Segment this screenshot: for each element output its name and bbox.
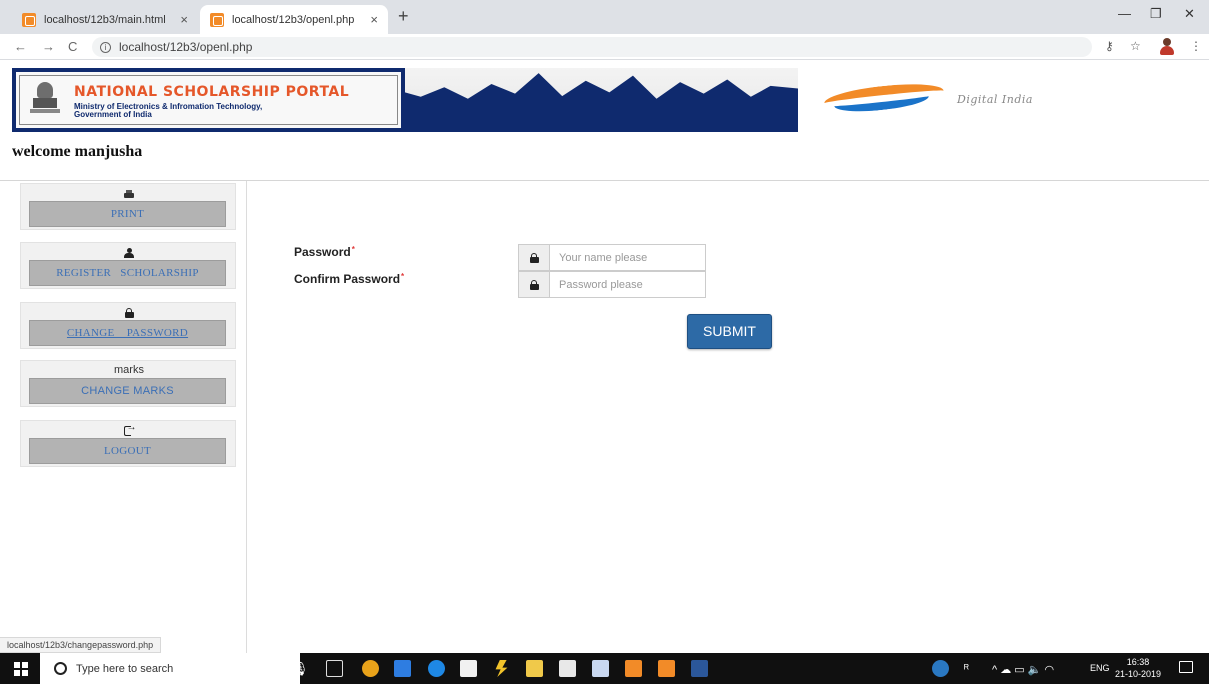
cortana-icon bbox=[54, 662, 67, 675]
language-indicator[interactable]: ENG bbox=[1090, 663, 1110, 673]
people-icon[interactable]: ᴿ bbox=[964, 663, 969, 675]
menu-dots-icon[interactable]: ⋮ bbox=[1190, 39, 1202, 53]
print-icon bbox=[124, 190, 134, 199]
sidebar-item-change-password: CHANGE PASSWORD bbox=[20, 302, 236, 349]
url-text: localhost/12b3/openl.php bbox=[119, 40, 253, 54]
nsp-logo-box: NATIONAL SCHOLARSHIP PORTAL Ministry of … bbox=[12, 68, 405, 132]
sidebar-item-register-scholarship: REGISTER SCHOLARSHIP bbox=[20, 242, 236, 289]
store-icon[interactable] bbox=[460, 660, 477, 677]
logout-icon bbox=[123, 422, 137, 436]
confirm-password-input[interactable] bbox=[550, 272, 705, 297]
tab-close-icon[interactable]: × bbox=[180, 12, 188, 27]
submit-button[interactable]: SUBMIT bbox=[687, 314, 772, 349]
search-placeholder: Type here to search bbox=[76, 662, 174, 675]
tab-title: localhost/12b3/openl.php bbox=[232, 13, 355, 26]
password-addon bbox=[519, 245, 550, 270]
national-emblem-icon bbox=[30, 82, 60, 118]
digital-india-logo-icon bbox=[823, 79, 959, 115]
change-password-button[interactable]: CHANGE PASSWORD bbox=[29, 320, 226, 346]
browser-toolbar: ← → C i localhost/12b3/openl.php ⚷ ☆ ⋮ bbox=[0, 34, 1209, 60]
notification-icon[interactable] bbox=[1179, 661, 1193, 673]
register-scholarship-button[interactable]: REGISTER SCHOLARSHIP bbox=[29, 260, 226, 286]
confirm-password-addon bbox=[519, 272, 550, 297]
portal-banner: NATIONAL SCHOLARSHIP PORTAL Ministry of … bbox=[12, 68, 1209, 134]
tray-icons[interactable]: ^ ☁ ▭ 🔈 ◠ bbox=[992, 663, 1054, 676]
user-icon bbox=[124, 248, 134, 258]
new-tab-button[interactable]: + bbox=[398, 6, 409, 27]
required-marker: * bbox=[401, 272, 405, 281]
confirm-password-input-group bbox=[518, 271, 706, 298]
xampp-favicon-icon bbox=[210, 12, 224, 27]
sidebar-item-logout: LOGOUT bbox=[20, 420, 236, 467]
maximize-icon[interactable]: ❐ bbox=[1150, 6, 1162, 22]
notepad-icon[interactable] bbox=[592, 660, 609, 677]
print-button[interactable]: PRINT bbox=[29, 201, 226, 227]
lightning-app-icon[interactable] bbox=[495, 660, 508, 677]
logout-button[interactable]: LOGOUT bbox=[29, 438, 226, 464]
task-view-icon[interactable] bbox=[326, 660, 343, 677]
sidebar: PRINT REGISTER SCHOLARSHIP CHANGE PASSWO… bbox=[0, 181, 247, 653]
address-bar[interactable]: i localhost/12b3/openl.php bbox=[92, 37, 1092, 57]
password-input-group bbox=[518, 244, 706, 271]
taskbar-search[interactable]: Type here to search bbox=[40, 653, 300, 684]
confirm-password-label: Confirm Password* bbox=[294, 272, 405, 286]
taskbar-clock[interactable]: 16:38 21-10-2019 bbox=[1115, 656, 1161, 680]
lock-icon bbox=[529, 279, 539, 290]
tab-close-icon[interactable]: × bbox=[370, 12, 378, 27]
password-label: Password* bbox=[294, 245, 355, 259]
windows-taskbar: Type here to search 🎙 ᴿ ^ ☁ ▭ 🔈 ◠ ENG 16… bbox=[0, 653, 1209, 684]
microphone-icon[interactable]: 🎙 bbox=[292, 661, 309, 677]
lock-icon bbox=[124, 308, 134, 318]
clock-time: 16:38 bbox=[1126, 657, 1150, 667]
required-marker: * bbox=[351, 245, 355, 254]
digital-india-text: Digital India bbox=[957, 93, 1033, 106]
file-explorer-icon[interactable] bbox=[526, 660, 543, 677]
reload-icon[interactable]: C bbox=[68, 39, 77, 54]
government-text: Government of India bbox=[74, 110, 152, 119]
status-bar-url: localhost/12b3/changepassword.php bbox=[0, 637, 162, 653]
tab-main[interactable]: localhost/12b3/main.html × bbox=[12, 5, 198, 34]
back-icon[interactable]: ← bbox=[14, 39, 27, 54]
key-icon[interactable]: ⚷ bbox=[1105, 39, 1114, 53]
password-input[interactable] bbox=[550, 245, 705, 270]
xampp-icon[interactable] bbox=[625, 660, 642, 677]
xampp-favicon-icon bbox=[22, 12, 36, 27]
portal-title: NATIONAL SCHOLARSHIP PORTAL bbox=[74, 84, 350, 100]
forward-icon[interactable]: → bbox=[42, 39, 55, 54]
sidebar-item-change-marks: marks CHANGE MARKS bbox=[20, 360, 236, 407]
dropbox-icon[interactable] bbox=[394, 660, 411, 677]
marks-caption: marks bbox=[114, 364, 144, 376]
site-info-icon[interactable]: i bbox=[100, 41, 111, 53]
lock-icon bbox=[529, 252, 539, 263]
sidebar-item-print: PRINT bbox=[20, 183, 236, 230]
edge-icon[interactable] bbox=[428, 660, 445, 677]
help-icon[interactable] bbox=[932, 660, 949, 677]
clock-date: 21-10-2019 bbox=[1115, 669, 1162, 679]
mail-icon[interactable] bbox=[559, 660, 576, 677]
chrome-icon[interactable] bbox=[362, 660, 379, 677]
xampp-control-icon[interactable] bbox=[658, 660, 675, 677]
tab-title: localhost/12b3/main.html bbox=[44, 13, 166, 26]
close-window-icon[interactable]: ✕ bbox=[1184, 6, 1195, 22]
change-marks-button[interactable]: CHANGE MARKS bbox=[29, 378, 226, 404]
bookmark-star-icon[interactable]: ☆ bbox=[1130, 39, 1141, 53]
windows-start-icon[interactable] bbox=[14, 662, 28, 676]
skyline-banner-image bbox=[405, 68, 798, 132]
profile-avatar[interactable] bbox=[1160, 38, 1174, 55]
browser-tab-strip: localhost/12b3/main.html × localhost/12b… bbox=[0, 0, 1209, 34]
word-icon[interactable] bbox=[691, 660, 708, 677]
minimize-icon[interactable]: — bbox=[1118, 6, 1131, 21]
welcome-heading: welcome manjusha bbox=[12, 143, 143, 160]
tab-openl[interactable]: localhost/12b3/openl.php × bbox=[200, 5, 388, 34]
